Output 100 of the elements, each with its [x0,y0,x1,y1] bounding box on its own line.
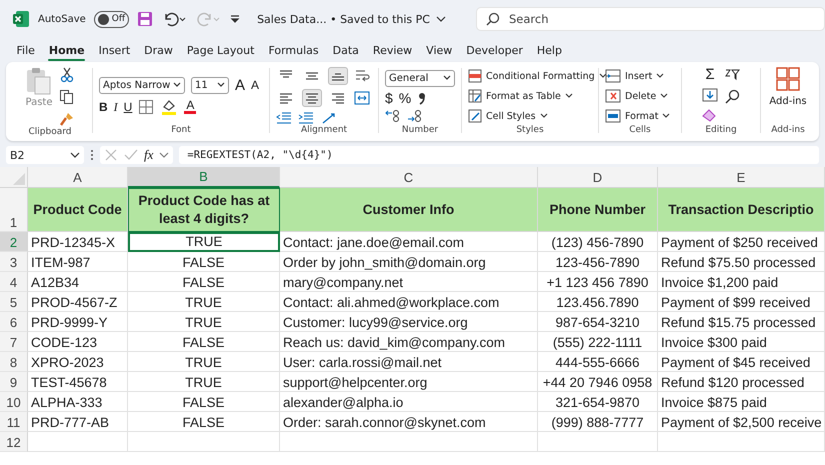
format-painter-icon[interactable] [58,111,74,127]
menu-tab[interactable]: Home [42,39,92,61]
italic-button[interactable]: I [114,100,118,112]
menu-tab[interactable]: Data [326,39,366,61]
align-button[interactable] [302,89,322,107]
fill-color-icon[interactable] [160,98,178,116]
align-button[interactable] [328,67,348,85]
row-header[interactable]: 1 [0,188,28,232]
cells-button[interactable]: Format [605,108,670,124]
group-label: Styles [516,125,544,137]
number-format-dropdown[interactable]: General [385,70,455,86]
cells-button[interactable]: Insert [605,68,664,84]
wrap-text-icon[interactable] [354,68,370,84]
menu-tab[interactable]: File [10,39,42,61]
table-cell: (999) 888-7777 [538,412,658,432]
decrease-indent-icon[interactable] [276,111,292,125]
row-header[interactable]: 9 [0,372,28,392]
table-cell: ALPHA-333 [28,392,128,412]
clipboard-icon [26,67,52,95]
more-icon[interactable] [90,149,94,161]
row-header[interactable]: 3 [0,252,28,272]
customize-toolbar-icon[interactable] [229,13,242,25]
row-header[interactable]: 8 [0,352,28,372]
cut-icon[interactable] [60,67,74,83]
percent-button[interactable]: % [398,90,412,104]
shrink-font-button[interactable]: A [251,79,260,91]
column-header[interactable]: B [128,167,280,188]
menu-tab[interactable]: Review [366,39,419,61]
caret-icon [564,93,573,99]
paste-button[interactable]: Paste [26,67,52,108]
menu-tab[interactable]: Insert [92,39,137,61]
table-cell: Contact: jane.doe@email.com [280,232,538,252]
table-cell: Invoice $1,200 paid [658,272,825,292]
autosum-button[interactable]: Σ [705,67,715,82]
search-field[interactable]: Search [476,7,825,31]
row-header[interactable]: 12 [0,432,28,452]
eraser-icon[interactable] [702,108,718,122]
row-header[interactable]: 6 [0,312,28,332]
styles-button[interactable]: Format as Table [468,88,573,104]
underline-button[interactable]: U [124,100,132,112]
row-header[interactable]: 5 [0,292,28,312]
fill-down-icon[interactable] [702,88,718,102]
currency-button[interactable]: $ [385,90,393,104]
increase-indent-icon[interactable] [298,111,314,125]
save-icon[interactable] [137,11,154,27]
copy-icon[interactable] [58,89,74,105]
menu-tab[interactable]: Draw [138,39,180,61]
table-cell: Customer: lucy99@service.org [280,312,538,332]
table-cell: ITEM-987 [28,252,128,272]
document-title[interactable]: Sales Data... • Saved to this PC [257,12,446,26]
row-header[interactable]: 7 [0,332,28,352]
add-ins-button[interactable]: Add-ins [769,67,807,107]
group-label: Alignment [300,125,348,137]
font-color-button[interactable]: A [184,99,196,114]
decrease-decimal-icon[interactable] [407,108,423,122]
conditional-format-icon [468,69,482,83]
delete-cells-icon [605,89,621,103]
menu-tab[interactable]: View [420,39,459,61]
menu-tab[interactable]: Help [530,39,568,61]
table-cell: FALSE [128,332,280,352]
font-family-dropdown[interactable]: Aptos Narrow [99,76,185,94]
table-cell: 123-456-7890 [538,252,658,272]
row-header[interactable]: 2 [0,232,28,252]
styles-button[interactable]: Cell Styles [468,108,548,124]
merge-center-icon[interactable] [354,91,370,105]
column-header[interactable]: C [280,167,538,188]
autosave-toggle[interactable]: Off [94,10,130,28]
row-header[interactable]: 11 [0,412,28,432]
caret-icon [159,151,170,159]
table-cell: Payment of $45 received [658,352,825,372]
bold-button[interactable]: B [99,100,108,112]
table-cell: Contact: ali.ahmed@workplace.com [280,292,538,312]
caret-icon [598,73,607,79]
align-lines-icon [279,92,293,104]
menu-tab[interactable]: Developer [460,39,530,61]
column-header[interactable]: D [538,167,658,188]
table-cell: FALSE [128,392,280,412]
borders-icon[interactable] [138,98,154,114]
column-header[interactable]: A [28,167,128,188]
table-cell: Refund $15.75 processed [658,312,825,332]
insert-function-button[interactable]: fx [144,147,154,163]
table-cell: User: carla.rossi@mail.net [280,352,538,372]
column-header[interactable]: E [658,167,825,188]
name-box[interactable]: B2 [6,146,84,164]
formula-field[interactable]: =REGEXTEST(A2, "\d{4}") [179,146,819,164]
menu-tab[interactable]: Formulas [262,39,326,61]
grow-font-button[interactable]: A [235,78,246,92]
cells-button[interactable]: Delete [605,88,668,104]
increase-decimal-icon[interactable] [385,108,401,122]
caret-icon [70,151,80,159]
row-header[interactable]: 4 [0,272,28,292]
caret-icon [656,73,664,79]
menu-tab[interactable]: Page Layout [180,39,261,61]
comma-style-icon[interactable] [417,90,428,104]
font-size-dropdown[interactable]: 11 [191,76,229,94]
table-cell: FALSE [128,252,280,272]
table-cell: TEST-45678 [28,372,128,392]
row-header[interactable]: 10 [0,392,28,412]
search-icon[interactable] [724,89,740,105]
sort-filter-icon[interactable] [724,67,740,83]
